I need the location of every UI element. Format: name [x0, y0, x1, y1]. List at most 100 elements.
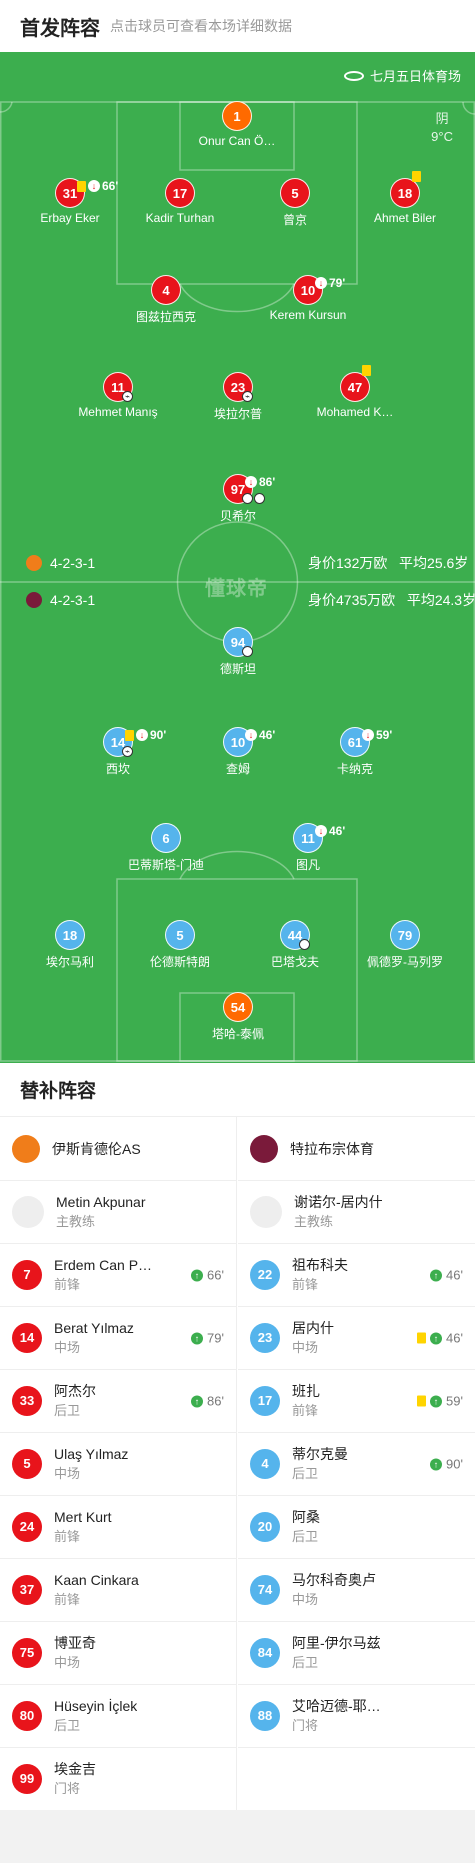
substitute-row[interactable]: 23 居内什 中场 ↑ 46'	[238, 1307, 475, 1370]
substitute-row[interactable]: 74 马尔科奇奥卢 中场	[238, 1559, 475, 1622]
player-badges	[242, 646, 253, 657]
sub-in-icon: ↑	[191, 1332, 204, 1344]
away-player[interactable]: 44 巴塔戈夫	[240, 920, 350, 970]
away-player[interactable]: 11 ↓ 46' 图凡	[253, 823, 363, 873]
player-number-badge: 6	[151, 823, 181, 853]
player-number-badge: 4	[151, 275, 181, 305]
substitute-info: Mert Kurt 前锋	[54, 1507, 112, 1547]
away-team-summary: 4-2-3-1 身价4735万欧 平均24.3岁	[26, 592, 475, 608]
substitute-row[interactable]: 88 艾哈迈德-耶… 门将	[238, 1685, 475, 1748]
home-player[interactable]: 1 Onur Can Ö…	[182, 101, 292, 148]
coach-row[interactable]: 谢诺尔-居内什 主教练	[238, 1181, 475, 1244]
player-number-badge: 31 ↓ 66'	[55, 178, 118, 208]
player-number-badge: 18	[55, 920, 85, 950]
substitute-row[interactable]: 5 Ulaş Yılmaz 中场	[0, 1433, 236, 1496]
substitute-row[interactable]: 99 埃金吉 门将	[0, 1748, 236, 1811]
substitute-name: Hüseyin İçlek	[54, 1698, 138, 1714]
player-name: Mehmet Manış	[78, 405, 158, 419]
weather-condition: 阴	[435, 111, 449, 126]
substitute-row[interactable]: 22 祖布科夫 前锋 ↑ 46'	[238, 1244, 475, 1307]
bottom-spacer	[0, 1810, 475, 1863]
coach-role: 主教练	[294, 1214, 334, 1229]
home-player[interactable]: 47 Mohamed K…	[300, 365, 410, 419]
substitute-position: 门将	[292, 1718, 319, 1733]
substitute-row[interactable]: 20 阿桑 后卫	[238, 1496, 475, 1559]
away-player[interactable]: 54 塔哈-泰佩	[183, 992, 293, 1042]
substitute-position: 前锋	[292, 1277, 319, 1292]
home-team-summary: 4-2-3-1 身价132万欧 平均25.6岁	[26, 555, 468, 571]
player-badges	[299, 939, 310, 950]
substitute-number-badge: 33	[12, 1386, 42, 1416]
substitute-row[interactable]: 80 Hüseyin İçlek 后卫	[0, 1685, 236, 1748]
yellow-card-icon	[77, 180, 86, 192]
substitute-number-badge: 14	[12, 1323, 42, 1353]
substitute-name: Ulaş Yılmaz	[54, 1446, 129, 1462]
player-number-badge: 5	[280, 178, 310, 208]
substitute-name: 阿杰尔	[54, 1383, 96, 1399]
substitute-row[interactable]: 14 Berat Yılmaz 中场 ↑ 79'	[0, 1307, 236, 1370]
sub-in-icon: ↑	[430, 1395, 443, 1407]
substitute-number-badge: 88	[250, 1701, 280, 1731]
substitute-row[interactable]: 37 Kaan Cinkara 前锋	[0, 1559, 236, 1622]
substitute-row[interactable]: 17 班扎 前锋 ↑ 59'	[238, 1370, 475, 1433]
away-player[interactable]: 10 ↓ 46' 查姆	[183, 727, 293, 777]
player-number-badge: 94	[223, 627, 253, 657]
substitute-position: 前锋	[54, 1529, 81, 1544]
player-badges: ⌁	[122, 746, 133, 757]
coach-avatar-icon	[12, 1196, 44, 1228]
player-name: 曾京	[282, 213, 307, 227]
substitute-position: 中场	[54, 1466, 81, 1481]
substitute-info: 居内什 中场	[292, 1318, 334, 1358]
substitution-icon: ↓	[315, 825, 327, 837]
player-number-badge: 5	[165, 920, 195, 950]
home-player[interactable]: 10 ↓ 79' Kerem Kursun	[253, 275, 363, 322]
player-number-badge: 47	[340, 365, 371, 402]
away-player[interactable]: 6 巴蒂斯塔-门迪	[111, 823, 221, 873]
home-player[interactable]: 5 曾京	[240, 178, 350, 228]
sub-in-minute: 79'	[207, 1330, 224, 1346]
substitute-name: Mert Kurt	[54, 1509, 112, 1525]
coach-info: Metin Akpunar 主教练	[56, 1192, 146, 1232]
home-player[interactable]: 97 ↓ 86' 贝希尔	[183, 474, 293, 524]
yellow-card-icon	[362, 365, 371, 376]
away-player[interactable]: 61 ↓ 59' 卡纳克	[300, 727, 410, 777]
home-player[interactable]: 11 ⌁ Mehmet Manış	[63, 372, 173, 419]
substitute-row[interactable]: 24 Mert Kurt 前锋	[0, 1496, 236, 1559]
substitute-info: 阿桑 后卫	[292, 1507, 320, 1547]
home-player[interactable]: 23 ⌁ 埃拉尔普	[183, 372, 293, 422]
substitute-name: 博亚奇	[54, 1635, 96, 1651]
lineup-page: 首发阵容 点击球员可查看本场详细数据 七月五日体育场 阴 9°C 懂球帝 4-2…	[0, 0, 475, 1863]
yellow-card-icon	[417, 1332, 427, 1344]
away-substitutes: 特拉布宗体育 谢诺尔-居内什 主教练 22 祖布科夫 前锋 ↑ 46' 23 居内什 中场 ↑ 46' 1…	[238, 1117, 475, 1748]
coach-row[interactable]: Metin Akpunar 主教练	[0, 1181, 236, 1244]
substitute-position: 前锋	[54, 1592, 81, 1607]
home-player[interactable]: 18 Ahmet Biler	[350, 171, 460, 225]
lineup-title: 首发阵容	[20, 17, 100, 40]
player-name: 埃拉尔普	[213, 407, 262, 421]
substitute-row[interactable]: 75 博亚奇 中场	[0, 1622, 236, 1685]
lineup-subtitle: 点击球员可查看本场详细数据	[110, 18, 292, 34]
substitute-row[interactable]: 84 阿里-伊尔马兹 后卫	[238, 1622, 475, 1685]
substitute-name: 阿桑	[292, 1509, 320, 1525]
substitute-info: Ulaş Yılmaz 中场	[54, 1444, 128, 1484]
substitute-position: 中场	[292, 1592, 319, 1607]
away-player[interactable]: 18 埃尔马利	[15, 920, 125, 970]
substitute-number-badge: 37	[12, 1575, 42, 1605]
home-player[interactable]: 17 Kadir Turhan	[125, 178, 235, 225]
substitute-number-badge: 4	[250, 1449, 280, 1479]
coach-avatar-icon	[250, 1196, 282, 1228]
yellow-card-icon	[125, 729, 134, 741]
player-events: ↓ 46'	[245, 720, 275, 750]
substitute-number-badge: 5	[12, 1449, 42, 1479]
away-player[interactable]: 5 伦德斯特朗	[125, 920, 235, 970]
home-player[interactable]: 4 图兹拉西克	[111, 275, 221, 325]
substitute-row[interactable]: 4 蒂尔克曼 后卫 ↑ 90'	[238, 1433, 475, 1496]
home-player[interactable]: 31 ↓ 66' Erbay Eker	[15, 178, 125, 225]
away-player[interactable]: 14 ↓ 90' ⌁ 西坎	[63, 727, 173, 777]
substitute-row[interactable]: 33 阿杰尔 后卫 ↑ 86'	[0, 1370, 236, 1433]
player-events: ↓ 79'	[315, 268, 345, 298]
substitute-row[interactable]: 7 Erdem Can P… 前锋 ↑ 66'	[0, 1244, 236, 1307]
away-player[interactable]: 94 德斯坦	[183, 627, 293, 677]
away-player[interactable]: 79 佩德罗-马列罗	[350, 920, 460, 970]
player-badges	[242, 493, 265, 504]
